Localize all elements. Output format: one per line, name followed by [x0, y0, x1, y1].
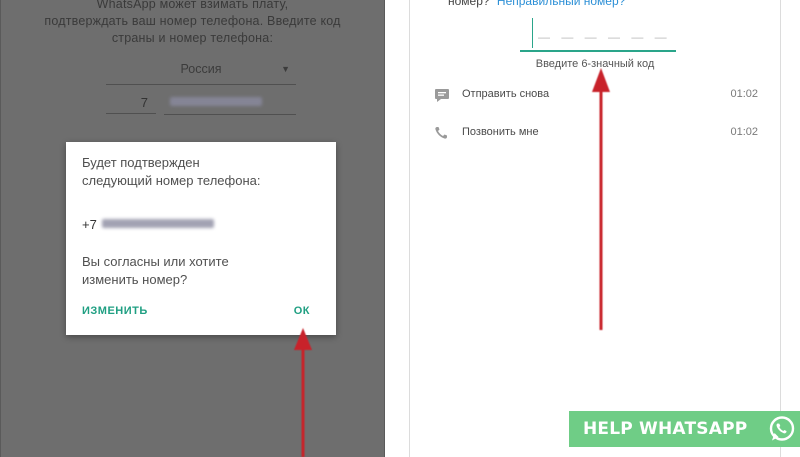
- resend-sms-option[interactable]: Отправить снова 01:02: [434, 86, 758, 108]
- intro-text: WhatsApp может взимать плату, подтвержда…: [1, 0, 384, 47]
- dialog-question: Вы согласны или хотите изменить номер?: [82, 253, 229, 289]
- text-cursor: [532, 18, 533, 48]
- help-whatsapp-badge: HELP WHATSAPP: [569, 411, 800, 447]
- dropdown-caret-icon: ▼: [281, 64, 290, 74]
- country-code-input[interactable]: 7: [106, 90, 156, 114]
- option-label: Отправить снова: [462, 88, 550, 100]
- country-select[interactable]: Россия ▼: [106, 58, 296, 85]
- badge-text: HELP WHATSAPP: [583, 419, 748, 439]
- left-phone-screen: WhatsApp может взимать плату, подтвержда…: [0, 0, 385, 457]
- edit-number-button[interactable]: ИЗМЕНИТЬ: [82, 305, 148, 317]
- whatsapp-icon: [768, 415, 796, 443]
- intro-line: страны и номер телефона:: [111, 31, 274, 45]
- wrong-number-link[interactable]: Неправильный номер?: [497, 0, 625, 8]
- code-hint: Введите 6-значный код: [535, 58, 655, 70]
- ok-button[interactable]: ОК: [294, 305, 310, 317]
- dialog-phone-number: +7: [82, 217, 215, 232]
- blurred-phone-number: [170, 97, 262, 106]
- verification-code-input[interactable]: — — — — — —: [520, 18, 676, 52]
- dialog-question-line: Вы согласны или хотите: [82, 254, 229, 269]
- blurred-phone-number: [102, 219, 215, 228]
- screenshot-stage: WhatsApp может взимать плату, подтвержда…: [0, 0, 800, 457]
- sms-icon: [434, 88, 450, 102]
- phone-icon: [434, 126, 450, 140]
- right-phone-screen: номер? Неправильный номер? — — — — — — В…: [409, 0, 781, 457]
- intro-line: WhatsApp может взимать плату,: [96, 0, 289, 11]
- phone-number-input[interactable]: [164, 90, 296, 115]
- dialog-message: Будет подтвержден следующий номер телефо…: [82, 154, 320, 190]
- phone-input-row: 7: [106, 90, 296, 116]
- code-input-underline: [520, 50, 676, 52]
- code-placeholder: — — — — — —: [538, 30, 671, 44]
- dialog-message-line: Будет подтвержден: [82, 155, 200, 170]
- option-timer: 01:02: [730, 88, 758, 100]
- dialog-message-line: следующий номер телефона:: [82, 173, 261, 188]
- phone-prefix: +7: [82, 217, 97, 232]
- call-me-option[interactable]: Позвонить мне 01:02: [434, 124, 758, 146]
- intro-line: подтверждать ваш номер телефона. Введите…: [44, 14, 341, 28]
- country-name: Россия: [180, 62, 222, 76]
- verify-header-text: номер? Неправильный номер?: [448, 0, 625, 8]
- dialog-question-line: изменить номер?: [82, 272, 188, 287]
- verify-header-prefix: номер?: [448, 0, 490, 8]
- confirm-number-dialog: Будет подтвержден следующий номер телефо…: [66, 142, 336, 335]
- option-timer: 01:02: [730, 126, 758, 138]
- option-label: Позвонить мне: [462, 126, 539, 138]
